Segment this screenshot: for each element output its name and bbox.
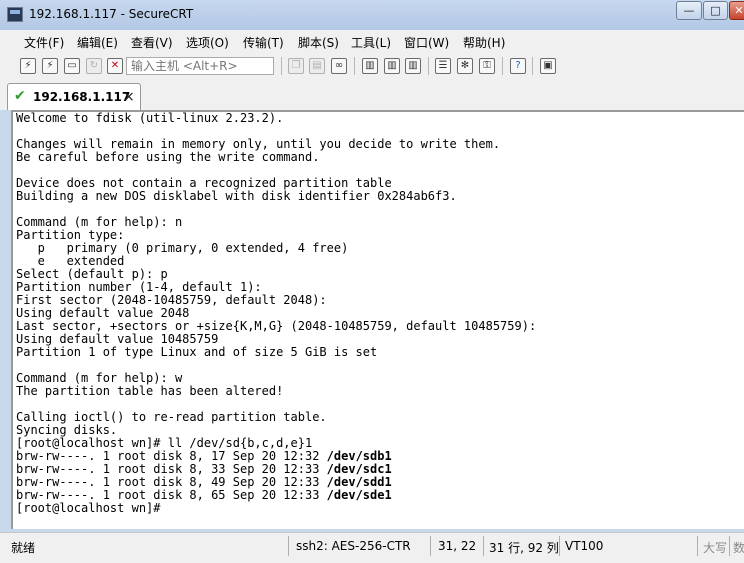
status-separator bbox=[559, 536, 560, 556]
disconnect-icon[interactable]: ✕ bbox=[107, 58, 123, 74]
listing-path: /dev/sdd1 bbox=[326, 475, 392, 489]
listing-perm: brw-rw----. 1 root disk 8, 65 Sep 20 12:… bbox=[16, 488, 327, 502]
global-options-icon[interactable]: ✻ bbox=[457, 58, 473, 74]
menu-edit[interactable]: 编辑(E) bbox=[77, 34, 118, 51]
menu-transfer[interactable]: 传输(T) bbox=[243, 34, 284, 51]
shell-prompt: [root@localhost wn]# bbox=[16, 501, 161, 515]
terminal-line: Be careful before using the write comman… bbox=[16, 150, 320, 164]
tab-close-icon[interactable]: × bbox=[123, 89, 135, 105]
session-tab-strip: ✔ 192.168.1.117 × bbox=[0, 80, 744, 110]
reconnect-icon[interactable]: ↻ bbox=[86, 58, 102, 74]
toolbar: ⚡ ⚡ ▭ ↻ ✕ ❐ ▤ ∞ ▥ ▥ ▥ ☰ ✻ ⚿ ? ▣ bbox=[0, 52, 744, 81]
terminal-line: Welcome to fdisk (util-linux 2.23.2). bbox=[16, 111, 284, 125]
status-bar: 就绪 ssh2: AES-256-CTR 31, 22 31 行, 92 列 V… bbox=[0, 532, 744, 563]
menu-options[interactable]: 选项(O) bbox=[186, 34, 229, 51]
status-cipher: ssh2: AES-256-CTR bbox=[296, 539, 411, 553]
toolbar-separator bbox=[502, 57, 503, 75]
status-terminal-size: 31 行, 92 列 bbox=[489, 541, 559, 555]
title-bar: 192.168.1.117 - SecureCRT — □ ✕ bbox=[0, 0, 744, 30]
help-icon[interactable]: ? bbox=[510, 58, 526, 74]
connected-check-icon: ✔ bbox=[14, 88, 26, 104]
menu-script[interactable]: 脚本(S) bbox=[298, 34, 339, 51]
host-input[interactable] bbox=[126, 57, 274, 75]
toolbar-separator bbox=[354, 57, 355, 75]
menu-help[interactable]: 帮助(H) bbox=[463, 34, 505, 51]
toolbar-separator bbox=[532, 57, 533, 75]
status-separator bbox=[729, 536, 730, 556]
print-icon[interactable]: ▥ bbox=[362, 58, 378, 74]
status-cursor-position: 31, 22 bbox=[438, 539, 477, 553]
session-tab[interactable]: ✔ 192.168.1.117 × bbox=[7, 83, 141, 110]
status-terminal-type: VT100 bbox=[565, 539, 604, 553]
paste-icon[interactable]: ▤ bbox=[309, 58, 325, 74]
listing-path: /dev/sdc1 bbox=[326, 462, 392, 476]
terminal-output: Welcome to fdisk (util-linux 2.23.2). Ch… bbox=[16, 112, 536, 515]
listing-path: /dev/sdb1 bbox=[326, 449, 392, 463]
menu-file[interactable]: 文件(F) bbox=[24, 34, 64, 51]
connect-icon[interactable]: ⚡ bbox=[20, 58, 36, 74]
securecrt-app-icon[interactable] bbox=[7, 7, 23, 22]
listing-path: /dev/sde1 bbox=[326, 488, 392, 502]
listing-perm: brw-rw----. 1 root disk 8, 33 Sep 20 12:… bbox=[16, 462, 327, 476]
status-separator bbox=[288, 536, 289, 556]
window-title: 192.168.1.117 - SecureCRT bbox=[29, 7, 194, 21]
close-window-button[interactable]: ✕ bbox=[729, 1, 744, 20]
menu-window[interactable]: 窗口(W) bbox=[404, 34, 449, 51]
connect-in-tab-icon[interactable]: ▭ bbox=[64, 58, 80, 74]
terminal-line: The partition table has been altered! bbox=[16, 384, 284, 398]
terminal-line: Building a new DOS disklabel with disk i… bbox=[16, 189, 457, 203]
terminal-view[interactable]: Welcome to fdisk (util-linux 2.23.2). Ch… bbox=[11, 110, 744, 529]
toolbar-separator bbox=[428, 57, 429, 75]
find-icon[interactable]: ∞ bbox=[331, 58, 347, 74]
print-selection-icon[interactable]: ▥ bbox=[384, 58, 400, 74]
maximize-button[interactable]: □ bbox=[703, 1, 728, 20]
status-separator bbox=[483, 536, 484, 556]
listing-perm: brw-rw----. 1 root disk 8, 17 Sep 20 12:… bbox=[16, 449, 327, 463]
menu-tools[interactable]: 工具(L) bbox=[351, 34, 391, 51]
status-separator bbox=[430, 536, 431, 556]
keymap-icon[interactable]: ⚿ bbox=[479, 58, 495, 74]
terminal-line: Partition 1 of type Linux and of size 5 … bbox=[16, 345, 378, 359]
listing-perm: brw-rw----. 1 root disk 8, 49 Sep 20 12:… bbox=[16, 475, 327, 489]
menu-bar: 文件(F) 编辑(E) 查看(V) 选项(O) 传输(T) 脚本(S) 工具(L… bbox=[0, 30, 744, 52]
status-caps-lock: 大写 bbox=[703, 541, 728, 555]
copy-icon[interactable]: ❐ bbox=[288, 58, 304, 74]
status-ready: 就绪 bbox=[11, 541, 36, 555]
status-num-lock: 数 bbox=[733, 541, 744, 555]
session-options-icon[interactable]: ☰ bbox=[435, 58, 451, 74]
toolbar-separator bbox=[281, 57, 282, 75]
minimize-button[interactable]: — bbox=[676, 1, 702, 20]
menu-view[interactable]: 查看(V) bbox=[131, 34, 173, 51]
tab-label: 192.168.1.117 bbox=[33, 90, 131, 104]
sftp-icon[interactable]: ▣ bbox=[540, 58, 556, 74]
print-setup-icon[interactable]: ▥ bbox=[405, 58, 421, 74]
status-separator bbox=[697, 536, 698, 556]
quick-connect-icon[interactable]: ⚡ bbox=[42, 58, 58, 74]
